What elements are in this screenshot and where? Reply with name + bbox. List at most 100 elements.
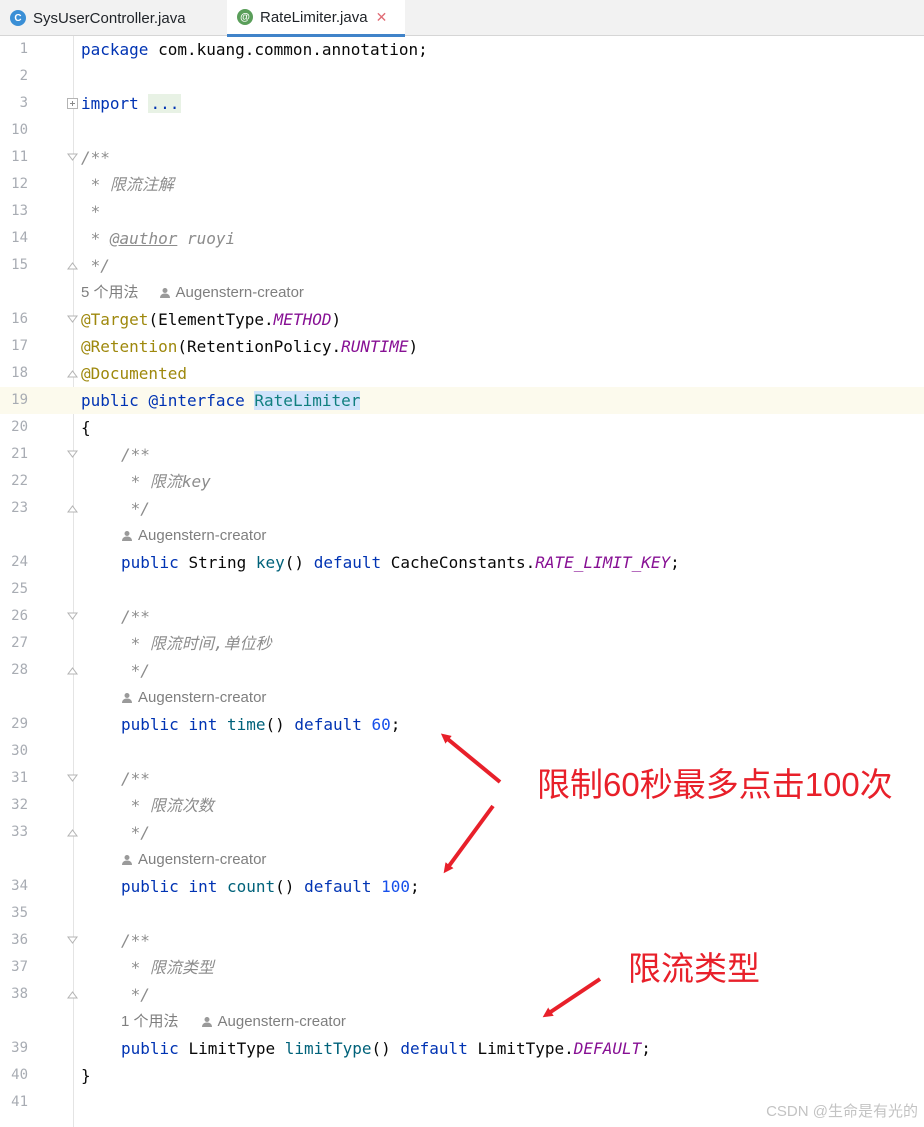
tab-ratelimiter[interactable]: @ RateLimiter.java ✕ [227, 0, 405, 37]
person-icon [122, 854, 132, 865]
type-name: LimitType [188, 1039, 276, 1058]
method-name: time [226, 715, 266, 734]
person-icon [159, 287, 170, 298]
comment: /** [121, 607, 150, 626]
current-code-line: 19 public @interface RateLimiter [0, 387, 924, 414]
inlay-hint-row: Augenstern-creator [0, 846, 924, 873]
watermark: CSDN @生命是有光的 [766, 1103, 918, 1120]
code-line: 18 @Documented [0, 360, 924, 387]
comment: * 限流次数 [121, 796, 214, 815]
annotation-icon: @ [237, 9, 253, 25]
folded-imports[interactable]: ... [148, 94, 182, 113]
usages-hint[interactable]: 1 个用法 [121, 1008, 179, 1035]
code-line: 2 [0, 63, 924, 90]
package-name: com.kuang.common.annotation; [148, 40, 428, 59]
line-number: 38 [11, 986, 28, 1002]
type-name: int [188, 877, 218, 896]
comment: /** [121, 445, 150, 464]
comment: */ [121, 823, 150, 842]
comment: /** [121, 931, 150, 950]
code-line: 10 [0, 117, 924, 144]
line-number: 25 [11, 581, 28, 597]
author-hint[interactable]: Augenstern-creator [176, 279, 304, 306]
fold-icon[interactable] [67, 935, 78, 946]
code-line: 39 public LimitType limitType() default … [0, 1035, 924, 1062]
code-line: 35 [0, 900, 924, 927]
author-hint[interactable]: Augenstern-creator [218, 1008, 346, 1035]
comment: * [81, 202, 101, 221]
person-icon [122, 692, 132, 703]
code-line: 13 * [0, 198, 924, 225]
class-icon: C [10, 10, 26, 26]
close-icon[interactable]: ✕ [376, 9, 388, 26]
code-text: ; [410, 877, 420, 896]
fold-end-icon[interactable] [67, 503, 78, 514]
code-editor[interactable]: 1 package com.kuang.common.annotation; 2… [0, 36, 924, 1127]
usages-hint[interactable]: 5 个用法 [81, 279, 139, 306]
line-number: 1 [19, 41, 28, 57]
fold-icon[interactable] [67, 773, 78, 784]
interface-name[interactable]: RateLimiter [254, 391, 361, 410]
inlay-hint-row: Augenstern-creator [0, 522, 924, 549]
constant: METHOD [273, 310, 332, 329]
fold-end-icon[interactable] [67, 827, 78, 838]
keyword: package [81, 40, 149, 59]
fold-end-icon[interactable] [67, 665, 78, 676]
constant: RATE_LIMIT_KEY [535, 553, 671, 572]
code-line: 34 public int count() default 100; [0, 873, 924, 900]
line-number: 41 [11, 1094, 28, 1110]
fold-end-icon[interactable] [67, 989, 78, 1000]
line-number: 2 [19, 68, 28, 84]
code-line: 3 import ... [0, 90, 924, 117]
fold-icon[interactable] [67, 314, 78, 325]
line-number: 33 [11, 824, 28, 840]
person-icon [201, 1016, 212, 1027]
inlay-hint-row: 5 个用法 Augenstern-creator [0, 279, 924, 306]
line-number: 26 [11, 608, 28, 624]
line-number: 21 [11, 446, 28, 462]
author-hint[interactable]: Augenstern-creator [138, 846, 266, 873]
code-line: 16 @Target(ElementType.METHOD) [0, 306, 924, 333]
code-text: (RetentionPolicy. [177, 337, 342, 356]
code-line: 33 */ [0, 819, 924, 846]
javadoc-tag: @author [109, 229, 178, 248]
comment: /** [121, 769, 150, 788]
line-number: 29 [11, 716, 28, 732]
fold-plus-icon[interactable] [67, 98, 78, 109]
author-hint[interactable]: Augenstern-creator [138, 522, 266, 549]
line-number: 39 [11, 1040, 28, 1056]
tab-label: RateLimiter.java [260, 8, 368, 26]
line-number: 22 [11, 473, 28, 489]
line-number: 34 [11, 878, 28, 894]
fold-icon[interactable] [67, 449, 78, 460]
code-line: 11 /** [0, 144, 924, 171]
editor-tab-bar: C SysUserController.java @ RateLimiter.j… [0, 0, 924, 37]
fold-end-icon[interactable] [67, 368, 78, 379]
type-callout: 限流类型 [628, 950, 760, 987]
line-number: 17 [11, 338, 28, 354]
comment: * [81, 229, 110, 248]
fold-icon[interactable] [67, 611, 78, 622]
author-hint[interactable]: Augenstern-creator [138, 684, 266, 711]
line-number: 36 [11, 932, 28, 948]
annotation: @Documented [81, 364, 187, 383]
line-number: 23 [11, 500, 28, 516]
brace: { [81, 418, 91, 437]
keyword: public [121, 877, 179, 896]
line-number: 18 [11, 365, 28, 381]
comment: * 限流时间,单位秒 [121, 634, 272, 653]
fold-icon[interactable] [67, 152, 78, 163]
code-line: 17 @Retention(RetentionPolicy.RUNTIME) [0, 333, 924, 360]
tab-sysusercontroller[interactable]: C SysUserController.java [0, 0, 224, 36]
line-number: 3 [19, 95, 28, 111]
line-number: 24 [11, 554, 28, 570]
comment: ruoyi [177, 229, 236, 248]
fold-end-icon[interactable] [67, 260, 78, 271]
code-line: 29 public int time() default 60; [0, 711, 924, 738]
code-text: () [275, 877, 295, 896]
line-number: 14 [11, 230, 28, 246]
class-ref: LimitType. [477, 1039, 574, 1058]
code-line: 12 * 限流注解 [0, 171, 924, 198]
method-name: key [255, 553, 285, 572]
comment: */ [121, 661, 150, 680]
